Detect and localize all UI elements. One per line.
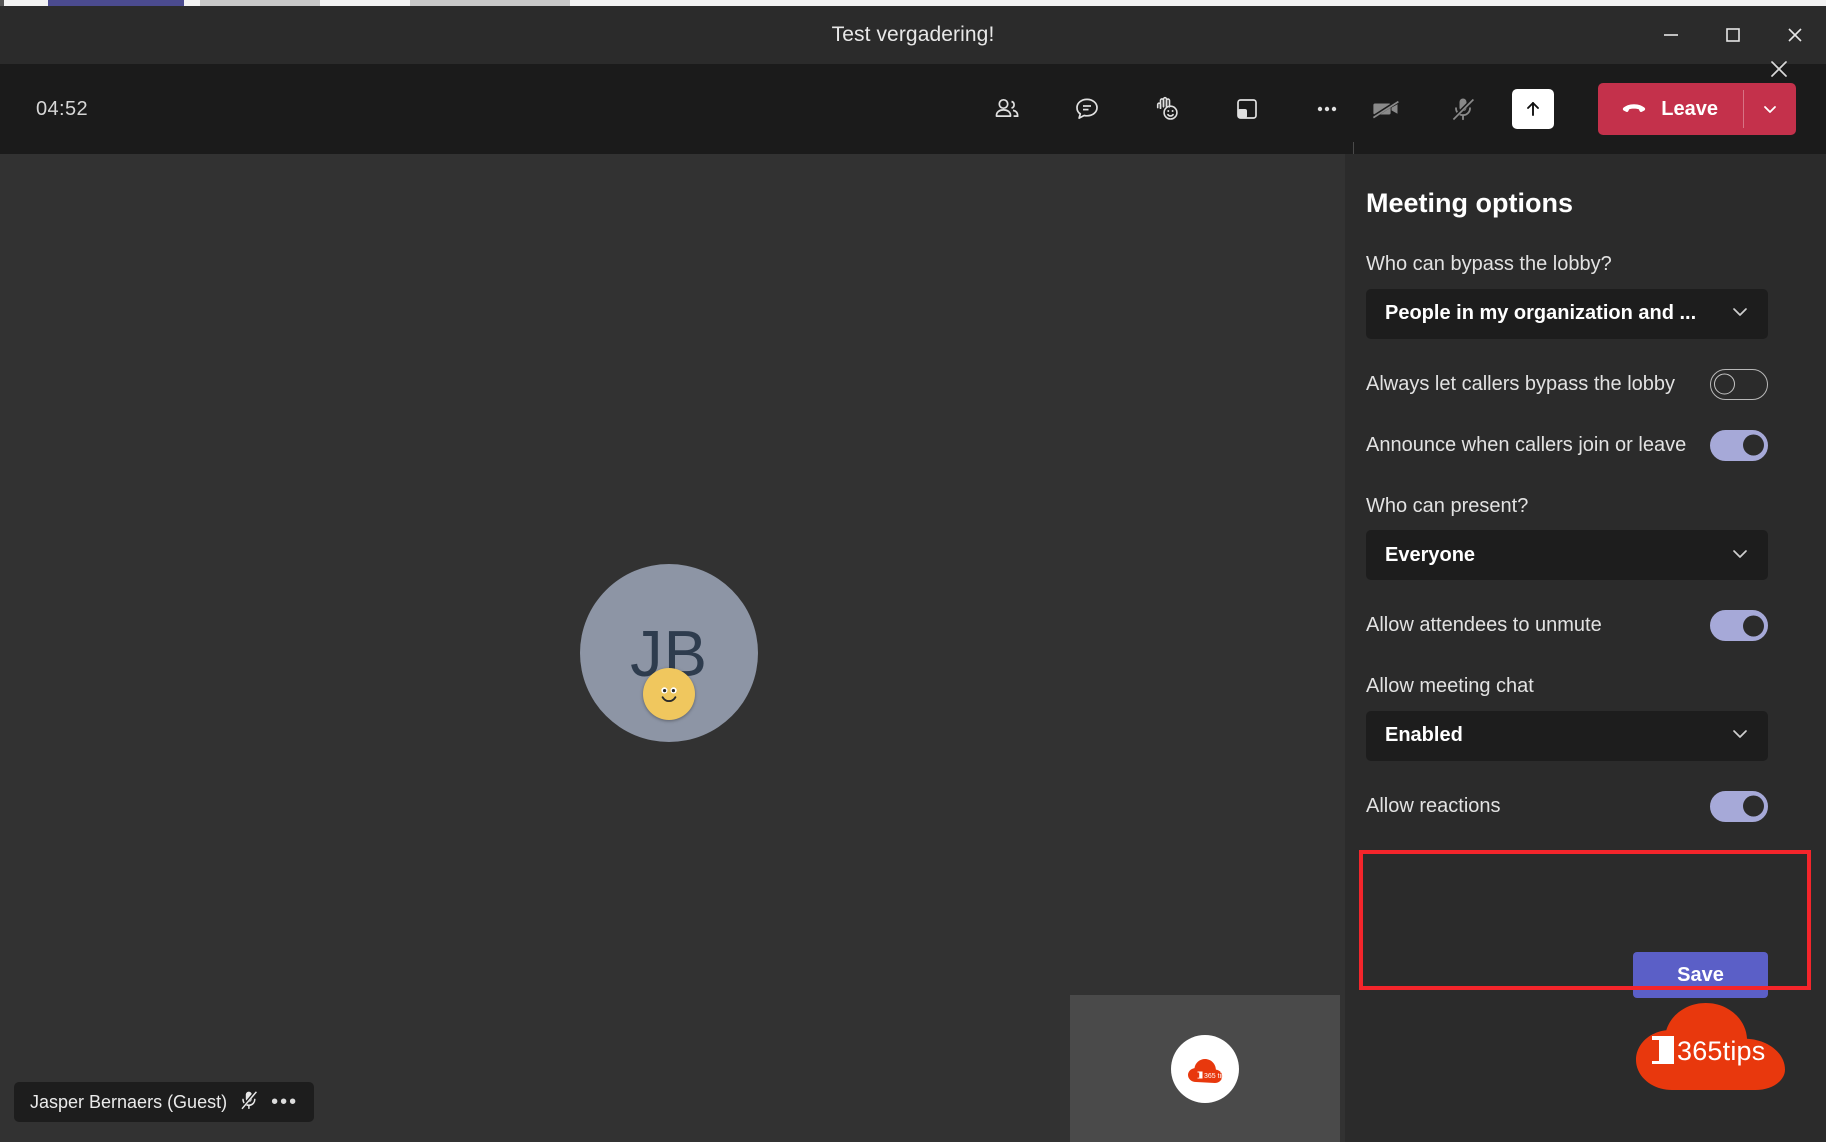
participant-name: Jasper Bernaers (Guest): [30, 1092, 227, 1113]
toggle-always-let-callers-bypass[interactable]: [1710, 369, 1768, 400]
camera-off-icon[interactable]: [1360, 84, 1414, 134]
select-who-can-present-value: Everyone: [1385, 544, 1475, 567]
chat-icon[interactable]: [1060, 84, 1114, 134]
meeting-toolbar: 04:52: [0, 64, 1826, 154]
mic-off-icon[interactable]: [1436, 84, 1490, 134]
panel-title: Meeting options: [1366, 188, 1573, 219]
label-allow-meeting-chat: Allow meeting chat: [1366, 673, 1768, 700]
panel-header: Meeting options: [1366, 154, 1768, 219]
people-icon[interactable]: [980, 84, 1034, 134]
toggle-allow-reactions[interactable]: [1710, 791, 1768, 822]
meeting-stage: JB Jasper Bernaers (Guest): [0, 154, 1345, 1142]
leave-button[interactable]: Leave: [1598, 83, 1796, 135]
cloud-365tips-icon: 365 tips: [1182, 1052, 1228, 1086]
more-icon[interactable]: [1300, 84, 1354, 134]
participant-tile[interactable]: 365 tips: [1070, 995, 1340, 1142]
watermark-365tips: 365tips: [1630, 1000, 1800, 1096]
toggle-allow-attendees-unmute[interactable]: [1710, 610, 1768, 641]
leave-chevron-down-icon[interactable]: [1744, 83, 1796, 135]
row-allow-reactions: Allow reactions: [1366, 791, 1768, 822]
meeting-timer: 04:52: [36, 98, 88, 121]
avatar: JB: [580, 564, 758, 742]
panel-close-icon[interactable]: [1762, 52, 1796, 86]
toggle-knob: [1743, 435, 1764, 456]
label-bypass-lobby: Who can bypass the lobby?: [1366, 251, 1768, 278]
select-allow-meeting-chat-value: Enabled: [1385, 724, 1463, 747]
window-title: Test vergadering!: [832, 23, 995, 47]
minimize-icon[interactable]: [1640, 6, 1702, 64]
row-allow-attendees-unmute: Allow attendees to unmute: [1366, 610, 1768, 641]
leave-button-main[interactable]: Leave: [1598, 83, 1743, 135]
label-who-can-present: Who can present?: [1366, 493, 1768, 520]
share-content-icon[interactable]: [1512, 89, 1554, 129]
select-allow-meeting-chat[interactable]: Enabled: [1366, 711, 1768, 761]
toolbar-center-actions: [980, 64, 1354, 154]
row-announce-callers: Announce when callers join or leave: [1366, 430, 1768, 461]
smile-emoji-icon: [643, 668, 695, 720]
label-announce-callers: Announce when callers join or leave: [1366, 432, 1692, 459]
label-always-let-callers-bypass: Always let callers bypass the lobby: [1366, 371, 1692, 398]
tile-avatar: 365 tips: [1171, 1035, 1239, 1103]
toggle-knob: [1743, 615, 1764, 636]
office-icon: [1652, 1036, 1674, 1064]
label-allow-reactions: Allow reactions: [1366, 793, 1692, 820]
participant-name-pill: Jasper Bernaers (Guest) •••: [14, 1082, 314, 1122]
chevron-down-icon: [1729, 542, 1751, 569]
chevron-down-icon: [1729, 300, 1751, 327]
toggle-knob: [1714, 374, 1735, 395]
toolbar-right-actions: Leave: [1360, 64, 1796, 154]
save-button[interactable]: Save: [1633, 952, 1768, 998]
participant-mic-off-icon: [239, 1089, 259, 1116]
svg-text:365 tips: 365 tips: [1204, 1073, 1228, 1080]
label-allow-attendees-unmute: Allow attendees to unmute: [1366, 612, 1692, 639]
window-controls: [1640, 6, 1826, 64]
maximize-icon[interactable]: [1702, 6, 1764, 64]
leave-button-label: Leave: [1661, 98, 1718, 121]
select-who-can-present[interactable]: Everyone: [1366, 530, 1768, 580]
chevron-down-icon: [1729, 722, 1751, 749]
select-bypass-lobby[interactable]: People in my organization and ...: [1366, 289, 1768, 339]
row-always-let-callers-bypass: Always let callers bypass the lobby: [1366, 369, 1768, 400]
toggle-knob: [1743, 796, 1764, 817]
hangup-icon: [1620, 95, 1648, 123]
reactions-icon[interactable]: [1140, 84, 1194, 134]
watermark-text: 365tips: [1677, 1036, 1765, 1067]
teams-meeting-window: Test vergadering! 04:52: [0, 0, 1826, 1142]
rooms-icon[interactable]: [1220, 84, 1274, 134]
select-bypass-lobby-value: People in my organization and ...: [1385, 302, 1696, 325]
title-bar: Test vergadering!: [0, 6, 1826, 64]
toggle-announce-callers[interactable]: [1710, 430, 1768, 461]
